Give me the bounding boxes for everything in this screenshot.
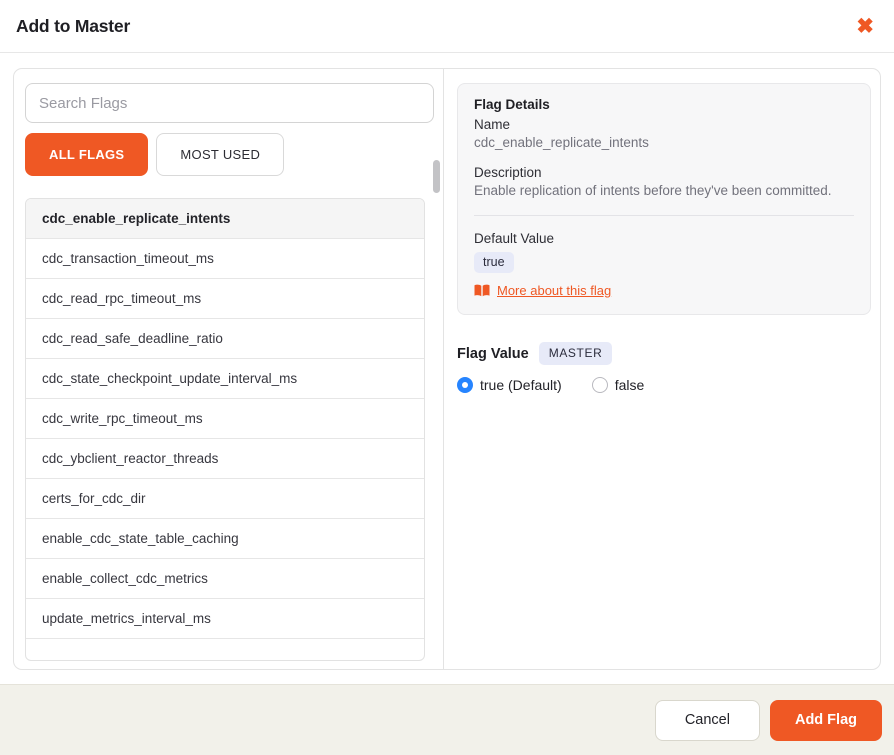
flag-browser-panel: ALL FLAGS MOST USED cdc_enable_replicate… — [14, 69, 444, 669]
close-icon[interactable]: ✖ — [854, 14, 876, 39]
flag-list-item[interactable]: enable_collect_cdc_metrics — [26, 559, 424, 599]
flag-value-label: Flag Value — [457, 346, 529, 362]
flag-value-options: true (Default) false — [457, 377, 871, 393]
book-icon — [474, 284, 490, 297]
name-label: Name — [474, 117, 854, 132]
default-value-label: Default Value — [474, 231, 854, 246]
default-value-badge: true — [474, 252, 514, 273]
more-link-row: More about this flag — [474, 283, 854, 298]
flag-details-panel: Flag Details Name cdc_enable_replicate_i… — [444, 69, 880, 669]
search-input[interactable] — [25, 83, 434, 123]
radio-option-true[interactable]: true (Default) — [457, 377, 562, 393]
flag-list-item[interactable]: enable_cdc_state_table_caching — [26, 519, 424, 559]
tab-most-used[interactable]: MOST USED — [156, 133, 284, 176]
flag-list-item[interactable]: cdc_write_rpc_timeout_ms — [26, 399, 424, 439]
radio-option-false[interactable]: false — [592, 377, 645, 393]
name-value: cdc_enable_replicate_intents — [474, 135, 854, 150]
radio-true-icon[interactable] — [457, 377, 473, 393]
scope-badge-master: MASTER — [539, 342, 613, 365]
modal-body: ALL FLAGS MOST USED cdc_enable_replicate… — [13, 68, 881, 670]
flag-list-item[interactable]: update_metrics_interval_ms — [26, 599, 424, 639]
flag-list-item[interactable]: cdc_ybclient_reactor_threads — [26, 439, 424, 479]
flag-details-card: Flag Details Name cdc_enable_replicate_i… — [457, 83, 871, 315]
modal-footer: Cancel Add Flag — [0, 684, 894, 755]
flag-filter-tabs: ALL FLAGS MOST USED — [25, 133, 434, 176]
radio-true-label: true (Default) — [480, 377, 562, 393]
flag-value-header: Flag Value MASTER — [457, 342, 871, 365]
radio-false-label: false — [615, 377, 645, 393]
flag-list-item[interactable]: cdc_read_rpc_timeout_ms — [26, 279, 424, 319]
flag-list-item-partial[interactable] — [26, 639, 424, 661]
tab-all-flags[interactable]: ALL FLAGS — [25, 133, 148, 176]
modal-title: Add to Master — [16, 16, 130, 37]
more-about-flag-link[interactable]: More about this flag — [497, 283, 611, 298]
add-flag-button[interactable]: Add Flag — [770, 700, 882, 741]
flag-list-item[interactable]: cdc_enable_replicate_intents — [26, 199, 424, 239]
flag-list: cdc_enable_replicate_intents cdc_transac… — [25, 198, 425, 661]
description-label: Description — [474, 165, 854, 180]
cancel-button[interactable]: Cancel — [655, 700, 760, 741]
scrollbar-thumb[interactable] — [433, 160, 440, 193]
description-value: Enable replication of intents before the… — [474, 183, 854, 198]
details-title: Flag Details — [474, 97, 854, 112]
modal-header: Add to Master ✖ — [0, 0, 894, 53]
flag-list-item[interactable]: certs_for_cdc_dir — [26, 479, 424, 519]
divider — [474, 215, 854, 216]
flag-list-item[interactable]: cdc_state_checkpoint_update_interval_ms — [26, 359, 424, 399]
flag-list-item[interactable]: cdc_transaction_timeout_ms — [26, 239, 424, 279]
radio-false-icon[interactable] — [592, 377, 608, 393]
flag-list-item[interactable]: cdc_read_safe_deadline_ratio — [26, 319, 424, 359]
